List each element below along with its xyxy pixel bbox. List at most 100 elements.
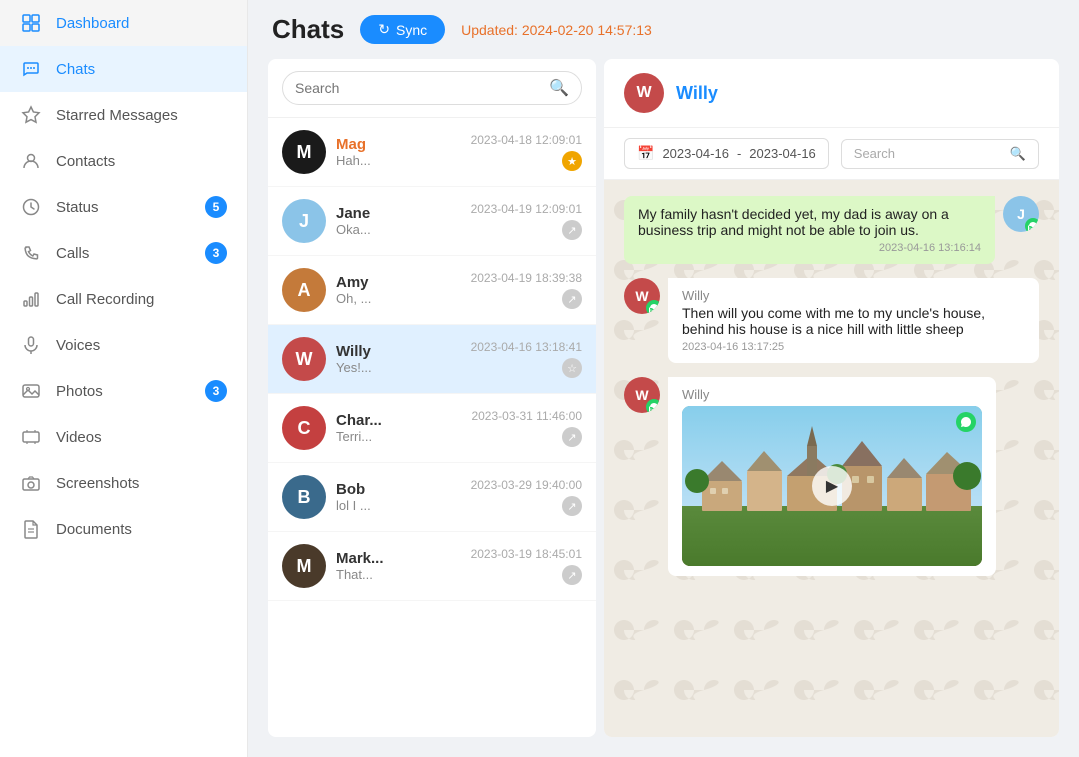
avatar-jane: J	[282, 199, 326, 243]
avatar-bob: B	[282, 475, 326, 519]
chat-item-bob[interactable]: B Bob lol I ... 2023-03-29 19:40:00 ↗	[268, 463, 596, 532]
video-whatsapp-icon	[956, 412, 976, 432]
chat-item-amy[interactable]: A Amy Oh, ... 2023-04-19 18:39:38 ↗	[268, 256, 596, 325]
gray-badge-amy: ↗	[562, 289, 582, 309]
film-icon	[20, 426, 42, 448]
file-icon	[20, 518, 42, 540]
whatsapp-indicator-2	[646, 300, 660, 314]
chat-preview-amy: Oh, ...	[336, 291, 461, 306]
header: Chats ↻ Sync Updated: 2024-02-20 14:57:1…	[248, 0, 1079, 59]
chat-search-input[interactable]	[295, 80, 541, 96]
mic-icon	[20, 334, 42, 356]
camera-icon	[20, 472, 42, 494]
sidebar-item-screenshots[interactable]: Screenshots	[0, 460, 247, 506]
sidebar-item-calls[interactable]: Calls 3	[0, 230, 247, 276]
bubble-outgoing-1: My family hasn't decided yet, my dad is …	[624, 196, 995, 264]
sidebar-item-photos[interactable]: Photos 3	[0, 368, 247, 414]
chat-preview-bob: lol I ...	[336, 498, 461, 513]
sidebar-item-documents[interactable]: Documents	[0, 506, 247, 552]
chat-detail-header: W Willy	[604, 59, 1059, 128]
bar-chart-icon	[20, 288, 42, 310]
sidebar-item-dashboard[interactable]: Dashboard	[0, 0, 247, 46]
chat-name-char: Char...	[336, 412, 461, 429]
chat-item-willy[interactable]: W Willy Yes!... 2023-04-16 13:18:41 ☆	[268, 325, 596, 394]
gray-badge-willy: ☆	[562, 358, 582, 378]
chat-item-mag[interactable]: M Mag Hah... 2023-04-18 12:09:01 ★	[268, 118, 596, 187]
chat-items-list: M Mag Hah... 2023-04-18 12:09:01 ★ J Jan…	[268, 118, 596, 737]
chat-meta-jane: 2023-04-19 12:09:01 ↗	[471, 202, 582, 240]
chat-preview-char: Terri...	[336, 429, 461, 444]
chat-time-jane: 2023-04-19 12:09:01	[471, 202, 582, 216]
sidebar-label-photos: Photos	[56, 383, 103, 400]
calendar-icon: 📅	[637, 145, 654, 162]
message-3: W Willy	[624, 377, 1039, 576]
chat-filter-bar: 📅 2023-04-16 - 2023-04-16 Search 🔍	[604, 128, 1059, 180]
chat-time-mark: 2023-03-19 18:45:01	[471, 547, 582, 561]
avatar-willy: W	[282, 337, 326, 381]
chat-meta-amy: 2023-04-19 18:39:38 ↗	[471, 271, 582, 309]
sidebar-label-callrec: Call Recording	[56, 291, 154, 308]
avatar-char: C	[282, 406, 326, 450]
chat-preview-jane: Oka...	[336, 222, 461, 237]
chat-meta-mark: 2023-03-19 18:45:01 ↗	[471, 547, 582, 585]
gray-badge-jane: ↗	[562, 220, 582, 240]
date-range-picker[interactable]: 📅 2023-04-16 - 2023-04-16	[624, 138, 829, 169]
bubble-incoming-2: Willy Then will you come with me to my u…	[668, 278, 1039, 363]
sidebar-label-status: Status	[56, 199, 99, 216]
chat-name-jane: Jane	[336, 205, 461, 222]
chat-item-char[interactable]: C Char... Terri... 2023-03-31 11:46:00 ↗	[268, 394, 596, 463]
date-to: 2023-04-16	[749, 146, 816, 161]
star-icon	[20, 104, 42, 126]
sync-icon: ↻	[378, 21, 390, 38]
msg-time-1: 2023-04-16 13:16:14	[638, 242, 981, 254]
sync-button[interactable]: ↻ Sync	[360, 15, 445, 44]
chat-list-panel: 🔍 M Mag Hah... 2023-04-18 12:09:01 ★	[268, 59, 596, 737]
chat-icon	[20, 58, 42, 80]
sidebar-label-calls: Calls	[56, 245, 89, 262]
gray-badge-char: ↗	[562, 427, 582, 447]
chat-messages: My family hasn't decided yet, my dad is …	[604, 180, 1059, 737]
chat-meta-willy: 2023-04-16 13:18:41 ☆	[471, 340, 582, 378]
sidebar-item-starred[interactable]: Starred Messages	[0, 92, 247, 138]
chat-info-amy: Amy Oh, ...	[336, 274, 461, 306]
filter-search-icon: 🔍	[1010, 146, 1026, 162]
detail-contact-name: Willy	[676, 83, 718, 104]
sidebar-item-contacts[interactable]: Contacts	[0, 138, 247, 184]
gray-badge-bob: ↗	[562, 496, 582, 516]
sidebar-label-contacts: Contacts	[56, 153, 115, 170]
msg-avatar-out-1: J	[1003, 196, 1039, 232]
photos-badge: 3	[205, 380, 227, 402]
grid-icon	[20, 12, 42, 34]
chat-item-mark[interactable]: M Mark... That... 2023-03-19 18:45:01 ↗	[268, 532, 596, 601]
chat-info-char: Char... Terri...	[336, 412, 461, 444]
sidebar-label-documents: Documents	[56, 521, 132, 538]
chat-name-willy: Willy	[336, 343, 461, 360]
chat-info-bob: Bob lol I ...	[336, 481, 461, 513]
play-button[interactable]: ▶	[812, 466, 852, 506]
chat-name-mark: Mark...	[336, 550, 461, 567]
chat-preview-mag: Hah...	[336, 153, 461, 168]
status-badge: 5	[205, 196, 227, 218]
bubble-incoming-3: Willy	[668, 377, 996, 576]
sidebar-label-starred: Starred Messages	[56, 107, 178, 124]
sidebar-item-videos[interactable]: Videos	[0, 414, 247, 460]
filter-search-text: Search	[854, 146, 895, 161]
sidebar-item-status[interactable]: Status 5	[0, 184, 247, 230]
sidebar-item-callrec[interactable]: Call Recording	[0, 276, 247, 322]
msg-avatar-in-2: W	[624, 278, 660, 314]
sidebar-label-dashboard: Dashboard	[56, 15, 129, 32]
image-icon	[20, 380, 42, 402]
video-thumbnail[interactable]: ▶	[682, 406, 982, 566]
chat-filter-search[interactable]: Search 🔍	[841, 139, 1039, 169]
phone-icon	[20, 242, 42, 264]
chat-search-icon: 🔍	[549, 78, 569, 98]
sidebar-item-voices[interactable]: Voices	[0, 322, 247, 368]
sidebar-label-chats: Chats	[56, 61, 95, 78]
sidebar-item-chats[interactable]: Chats	[0, 46, 247, 92]
msg-sender-2: Willy	[682, 288, 1025, 303]
sidebar: Dashboard Chats Starred Messages	[0, 0, 248, 757]
page-title: Chats	[272, 14, 344, 45]
chat-item-jane[interactable]: J Jane Oka... 2023-04-19 12:09:01 ↗	[268, 187, 596, 256]
chat-search-wrap[interactable]: 🔍	[282, 71, 582, 105]
chat-preview-mark: That...	[336, 567, 461, 582]
